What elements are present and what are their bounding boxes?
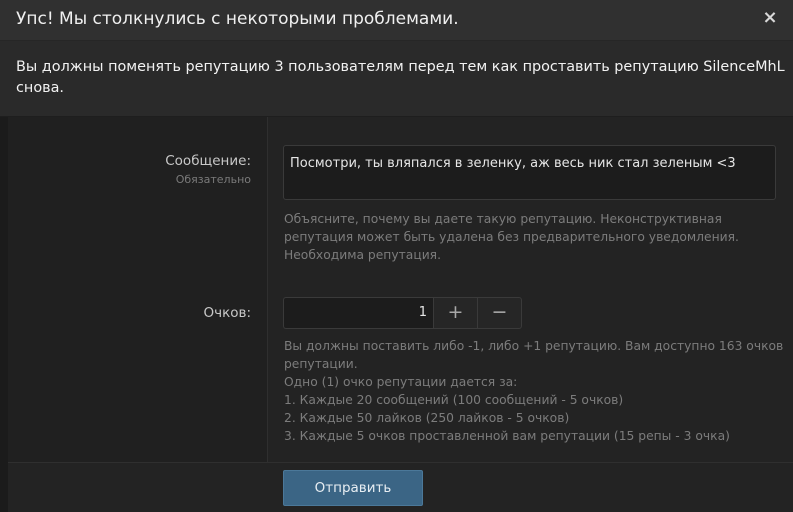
message-hint: Объясните, почему вы даете такую репутац… (284, 212, 739, 262)
points-hint-line: 1. Каждые 20 сообщений (100 сообщений - … (284, 393, 624, 407)
overlay-title: Упс! Мы столкнулись с некоторыми проблем… (16, 9, 459, 29)
points-minus-button[interactable]: − (477, 297, 522, 329)
points-hint-line: Вы должны поставить либо -1, либо +1 реп… (284, 339, 784, 371)
points-hint-line: 2. Каждые 50 лайков (250 лайков - 5 очко… (284, 411, 570, 425)
error-message: Вы должны поменять репутацию 3 пользоват… (16, 59, 785, 96)
error-block: Вы должны поменять репутацию 3 пользоват… (0, 41, 793, 117)
message-required-label: Обязательно (175, 173, 251, 186)
message-label: Сообщение: (165, 153, 251, 169)
close-icon[interactable]: × (759, 7, 781, 29)
points-hint: Вы должны поставить либо -1, либо +1 реп… (284, 337, 784, 445)
message-input[interactable]: Посмотри, ты вляпался в зеленку, аж весь… (283, 145, 776, 200)
points-input[interactable]: 1 (283, 297, 433, 329)
points-hint-line: Одно (1) очко репутации дается за: (284, 375, 518, 389)
overlay-header: Упс! Мы столкнулись с некоторыми проблем… (0, 0, 793, 41)
points-label: Очков: (203, 305, 251, 321)
points-plus-button[interactable]: + (433, 297, 478, 329)
submit-button[interactable]: Отправить (283, 470, 423, 506)
points-hint-line: 3. Каждые 5 очков проставленной вам репу… (284, 429, 730, 443)
